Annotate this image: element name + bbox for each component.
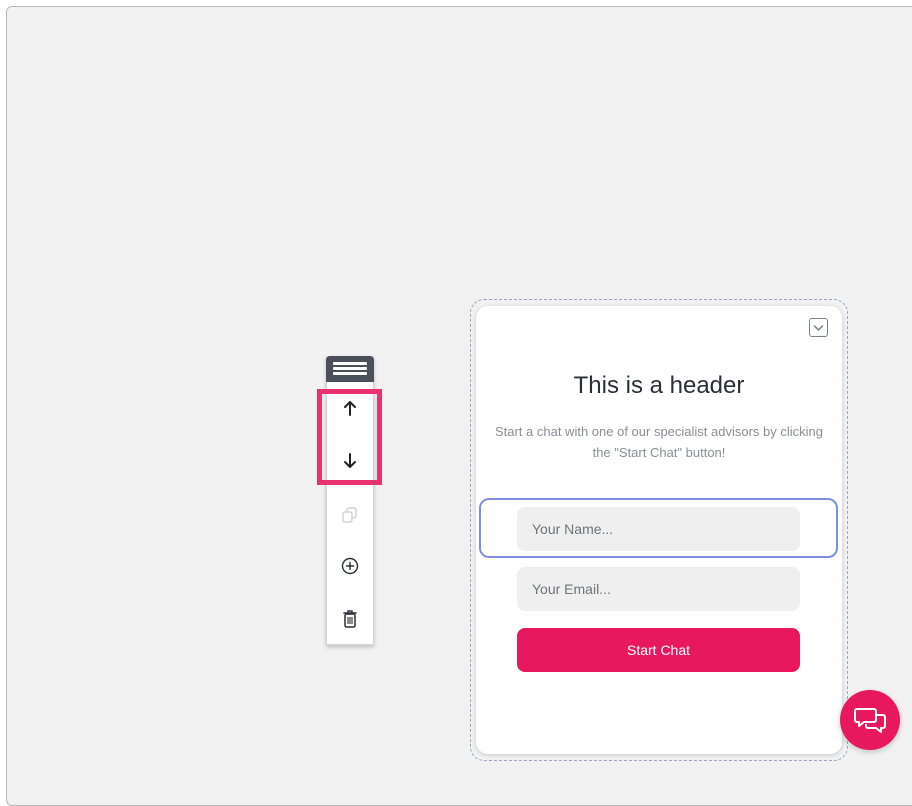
plus-circle-icon [341,557,359,575]
duplicate-button[interactable] [327,495,373,535]
element-toolbar [326,356,374,645]
widget-description: Start a chat with one of our specialist … [494,424,824,460]
add-element-button[interactable] [327,546,373,586]
start-chat-button[interactable]: Start Chat [517,628,800,672]
chat-bubbles-icon [854,708,886,733]
trash-icon [343,610,357,628]
hamburger-icon [333,362,367,365]
name-field[interactable] [517,507,800,551]
chat-launcher-button[interactable] [840,690,900,750]
email-field[interactable] [517,567,800,611]
arrow-down-icon [344,453,356,468]
move-down-button[interactable] [327,441,373,481]
move-up-button[interactable] [327,388,373,428]
collapse-button[interactable] [809,318,828,337]
drag-handle[interactable] [326,356,374,382]
hamburger-icon-line [333,367,367,370]
arrow-up-icon [344,401,356,416]
widget-header: This is a header [573,372,745,399]
duplicate-icon [342,507,357,523]
hamburger-icon-line [333,372,367,375]
chevron-down-icon [813,324,824,331]
delete-button[interactable] [327,599,373,639]
